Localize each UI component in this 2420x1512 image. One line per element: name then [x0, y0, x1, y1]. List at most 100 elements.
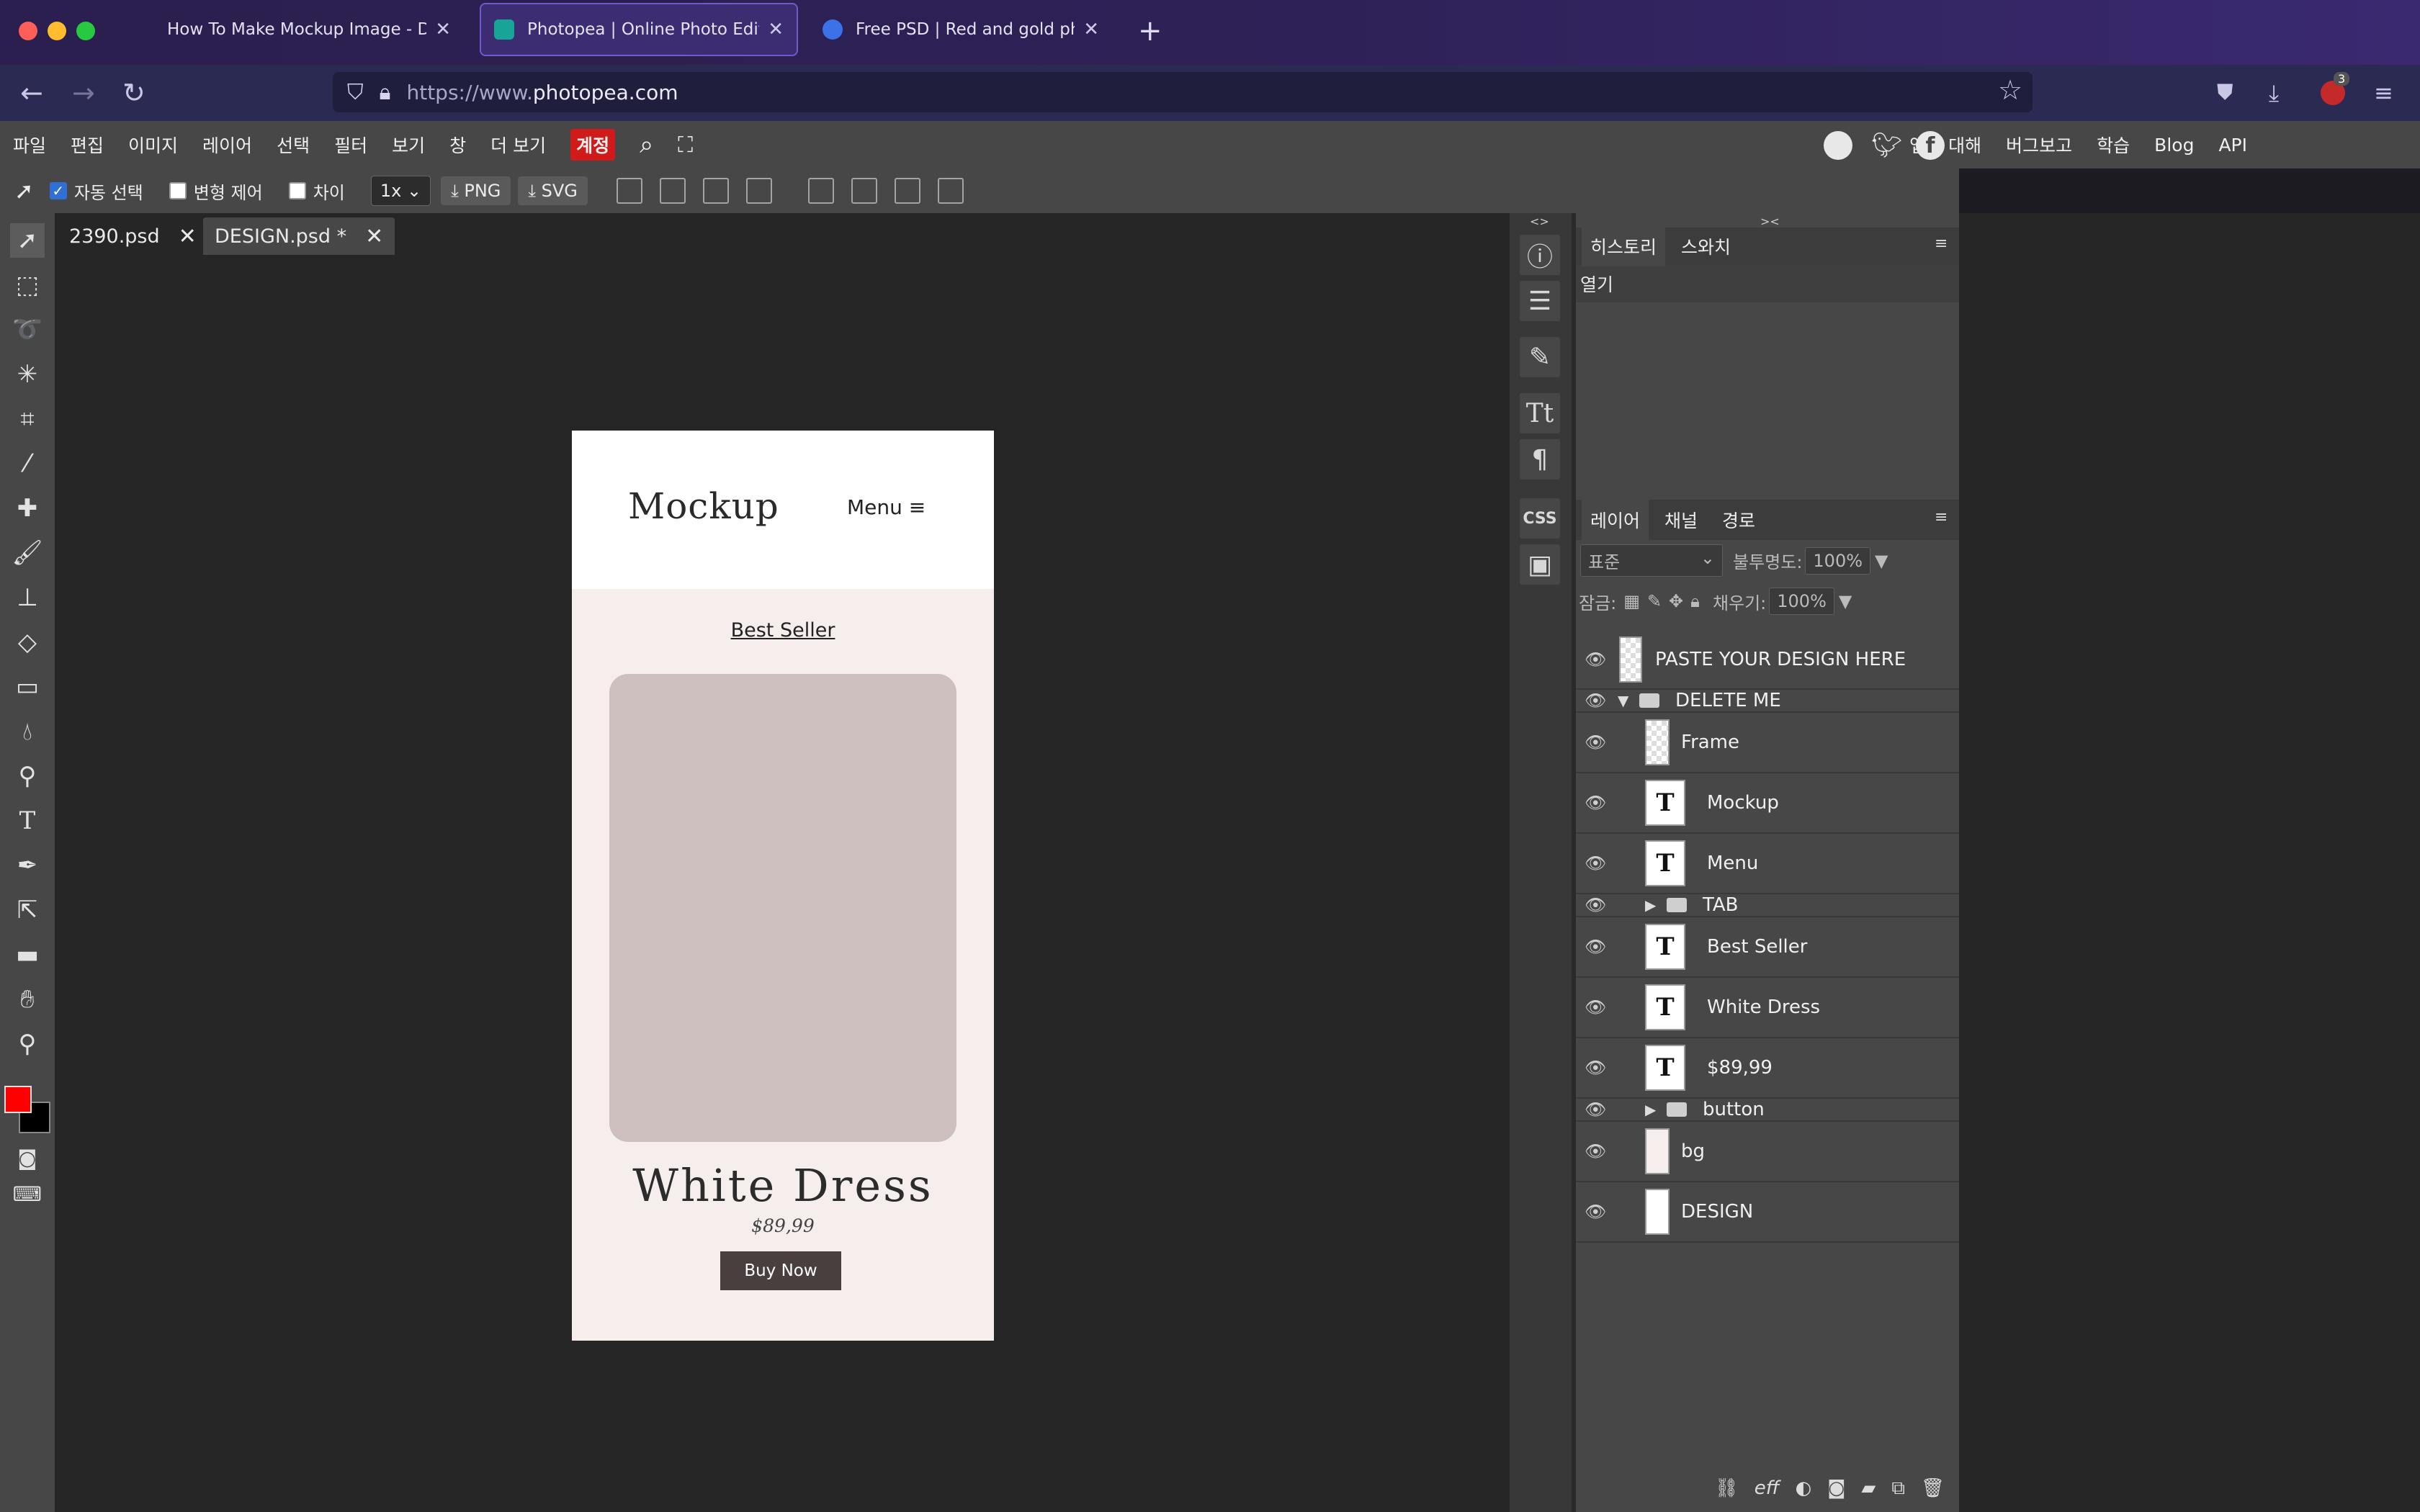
chevron-right-icon[interactable]: ▶ — [1645, 1101, 1656, 1118]
eye-icon[interactable]: 👁︎ — [1585, 1058, 1606, 1078]
url-bar[interactable]: ⛉ 🔒︎ https://www. photopea.com — [333, 72, 2033, 112]
close-icon[interactable]: ✕ — [435, 19, 451, 40]
info-icon[interactable]: ⓘ — [1520, 235, 1560, 275]
menu-filter[interactable]: 필터 — [334, 132, 367, 158]
distribute-vertical-icon[interactable] — [745, 178, 772, 204]
layer-row[interactable]: 👁︎ DESIGN — [1576, 1182, 1959, 1243]
eye-icon[interactable]: 👁︎ — [1585, 732, 1606, 752]
chevron-down-icon[interactable]: ▼ — [1618, 692, 1628, 709]
link-icon[interactable]: ⛓ — [1715, 1477, 1739, 1499]
document-canvas[interactable]: Mockup Menu ≡ Best Seller White Dress $8… — [572, 431, 994, 1341]
menu-edit[interactable]: 편집 — [71, 132, 104, 158]
close-icon[interactable]: ✕ — [179, 224, 197, 249]
distance-checkbox[interactable]: 차이 — [288, 179, 345, 204]
effects-icon[interactable]: eff — [1754, 1477, 1780, 1499]
facebook-icon[interactable]: f — [1916, 131, 1945, 160]
layer-row[interactable]: 👁︎ T White Dress — [1576, 978, 1959, 1038]
css-icon[interactable]: CSS — [1520, 498, 1560, 539]
collapse-arrows-icon[interactable]: <> — [1530, 215, 1549, 228]
browser-tab[interactable]: How To Make Mockup Image - Devle ✕ — [154, 3, 464, 56]
blend-mode-select[interactable]: 표준 ⌄ — [1580, 544, 1723, 577]
panel-menu-icon[interactable]: ≡ — [1935, 235, 1952, 253]
forward-icon[interactable]: → — [72, 78, 95, 108]
back-icon[interactable]: ← — [20, 78, 43, 108]
zoom-tool-icon[interactable]: ⚲ — [10, 1027, 45, 1061]
layer-group-row[interactable]: 👁︎ ▶ TAB — [1576, 894, 1959, 917]
pen-tool-icon[interactable]: ✒ — [10, 848, 45, 883]
distribute-horizontal-icon[interactable] — [937, 178, 964, 204]
export-svg-button[interactable]: ⤓ SVG — [518, 176, 588, 205]
history-entry[interactable]: 열기 — [1576, 265, 1959, 302]
menu-learn[interactable]: 학습 — [2097, 132, 2130, 158]
transform-controls-checkbox[interactable]: 변형 제어 — [169, 179, 263, 204]
eye-icon[interactable]: 👁︎ — [1585, 895, 1606, 915]
layer-row[interactable]: 👁︎ PASTE YOUR DESIGN HERE — [1576, 631, 1959, 690]
tab-channels[interactable]: 채널 — [1656, 500, 1706, 540]
window-minimize-button[interactable] — [48, 22, 66, 40]
trash-icon[interactable]: 🗑︎ — [1921, 1477, 1945, 1499]
layer-row[interactable]: 👁︎ Frame — [1576, 713, 1959, 773]
gradient-tool-icon[interactable]: ▭ — [10, 670, 45, 704]
menu-account[interactable]: 계정 — [570, 129, 616, 161]
magic-wand-tool-icon[interactable]: ✳ — [10, 357, 45, 392]
tab-swatches[interactable]: 스와치 — [1672, 226, 1739, 266]
menu-view[interactable]: 보기 — [392, 132, 425, 158]
export-scale-select[interactable]: 1x ⌄ — [370, 176, 431, 206]
character-icon[interactable]: Tt — [1520, 393, 1560, 433]
align-middle-icon[interactable] — [851, 178, 877, 204]
export-png-button[interactable]: ⤓ PNG — [441, 176, 511, 205]
eye-icon[interactable]: 👁︎ — [1585, 853, 1606, 873]
path-select-tool-icon[interactable]: ⇱ — [10, 893, 45, 927]
menu-bug-report[interactable]: 버그보고 — [2006, 132, 2072, 158]
hamburger-menu-icon[interactable]: ≡ — [2374, 78, 2393, 108]
stamp-tool-icon[interactable]: ⊥ — [10, 580, 45, 615]
eye-icon[interactable]: 👁︎ — [1585, 690, 1606, 711]
foreground-color-swatch[interactable] — [4, 1086, 32, 1113]
rectangle-tool-icon[interactable]: ▬ — [10, 937, 45, 972]
eye-icon[interactable]: 👁︎ — [1585, 1099, 1606, 1120]
healing-tool-icon[interactable]: ✚ — [10, 491, 45, 526]
brush-settings-icon[interactable]: ✎ — [1520, 337, 1560, 377]
menu-window[interactable]: 창 — [449, 132, 466, 158]
layer-row[interactable]: 👁︎ T $89,99 — [1576, 1038, 1959, 1099]
eyedropper-tool-icon[interactable]: ⁄ — [10, 446, 45, 481]
new-layer-icon[interactable]: ⧉ — [1891, 1477, 1905, 1500]
align-right-icon[interactable] — [702, 178, 729, 204]
auto-select-checkbox[interactable]: ✓ 자동 선택 — [49, 179, 143, 204]
mask-icon[interactable]: ◙ — [1827, 1477, 1845, 1499]
layer-row[interactable]: 👁︎ T Best Seller — [1576, 917, 1959, 978]
eye-icon[interactable]: 👁︎ — [1585, 793, 1606, 813]
lock-position-icon[interactable]: ✥ — [1669, 591, 1683, 611]
reload-icon[interactable]: ↻ — [122, 78, 145, 108]
eraser-tool-icon[interactable]: ◇ — [10, 625, 45, 660]
menu-layer[interactable]: 레이어 — [202, 132, 252, 158]
layer-group-row[interactable]: 👁︎ ▼ DELETE ME — [1576, 690, 1959, 713]
type-tool-icon[interactable]: T — [10, 804, 45, 838]
eye-icon[interactable]: 👁︎ — [1585, 997, 1606, 1017]
close-icon[interactable]: ✕ — [1083, 19, 1099, 40]
panel-menu-icon[interactable]: ≡ — [1935, 508, 1952, 527]
image-icon[interactable]: ▣ — [1520, 544, 1560, 585]
fullscreen-icon[interactable]: ⛶ — [678, 132, 693, 158]
eye-icon[interactable]: 👁︎ — [1585, 937, 1606, 957]
marquee-tool-icon[interactable]: ⬚ — [10, 268, 45, 302]
tab-layers[interactable]: 레이어 — [1582, 500, 1649, 540]
menu-api[interactable]: API — [2218, 135, 2247, 156]
pocket-icon[interactable]: ⛊ — [2217, 78, 2233, 108]
dropdown-arrow-icon[interactable]: ▼ — [1839, 591, 1852, 611]
lasso-tool-icon[interactable]: ➰ — [10, 312, 45, 347]
crop-tool-icon[interactable]: ⌗ — [10, 402, 45, 436]
lock-pixels-icon[interactable]: ✎ — [1647, 591, 1662, 611]
eye-icon[interactable]: 👁︎ — [1585, 649, 1606, 670]
layer-row[interactable]: 👁︎ T Mockup — [1576, 773, 1959, 834]
reddit-icon[interactable] — [1824, 131, 1852, 160]
menu-blog[interactable]: Blog — [2154, 135, 2194, 156]
brush-tool-icon[interactable]: 🖌︎ — [10, 536, 45, 570]
menu-select[interactable]: 선택 — [277, 132, 310, 158]
close-icon[interactable]: ✕ — [768, 19, 784, 40]
browser-tab-active[interactable]: Photopea | Online Photo Editor ✕ — [480, 3, 798, 56]
window-close-button[interactable] — [19, 22, 37, 40]
align-left-icon[interactable] — [616, 178, 642, 204]
document-tab-active[interactable]: DESIGN.psd * ✕ — [203, 217, 395, 255]
dropdown-arrow-icon[interactable]: ▼ — [1875, 551, 1888, 571]
